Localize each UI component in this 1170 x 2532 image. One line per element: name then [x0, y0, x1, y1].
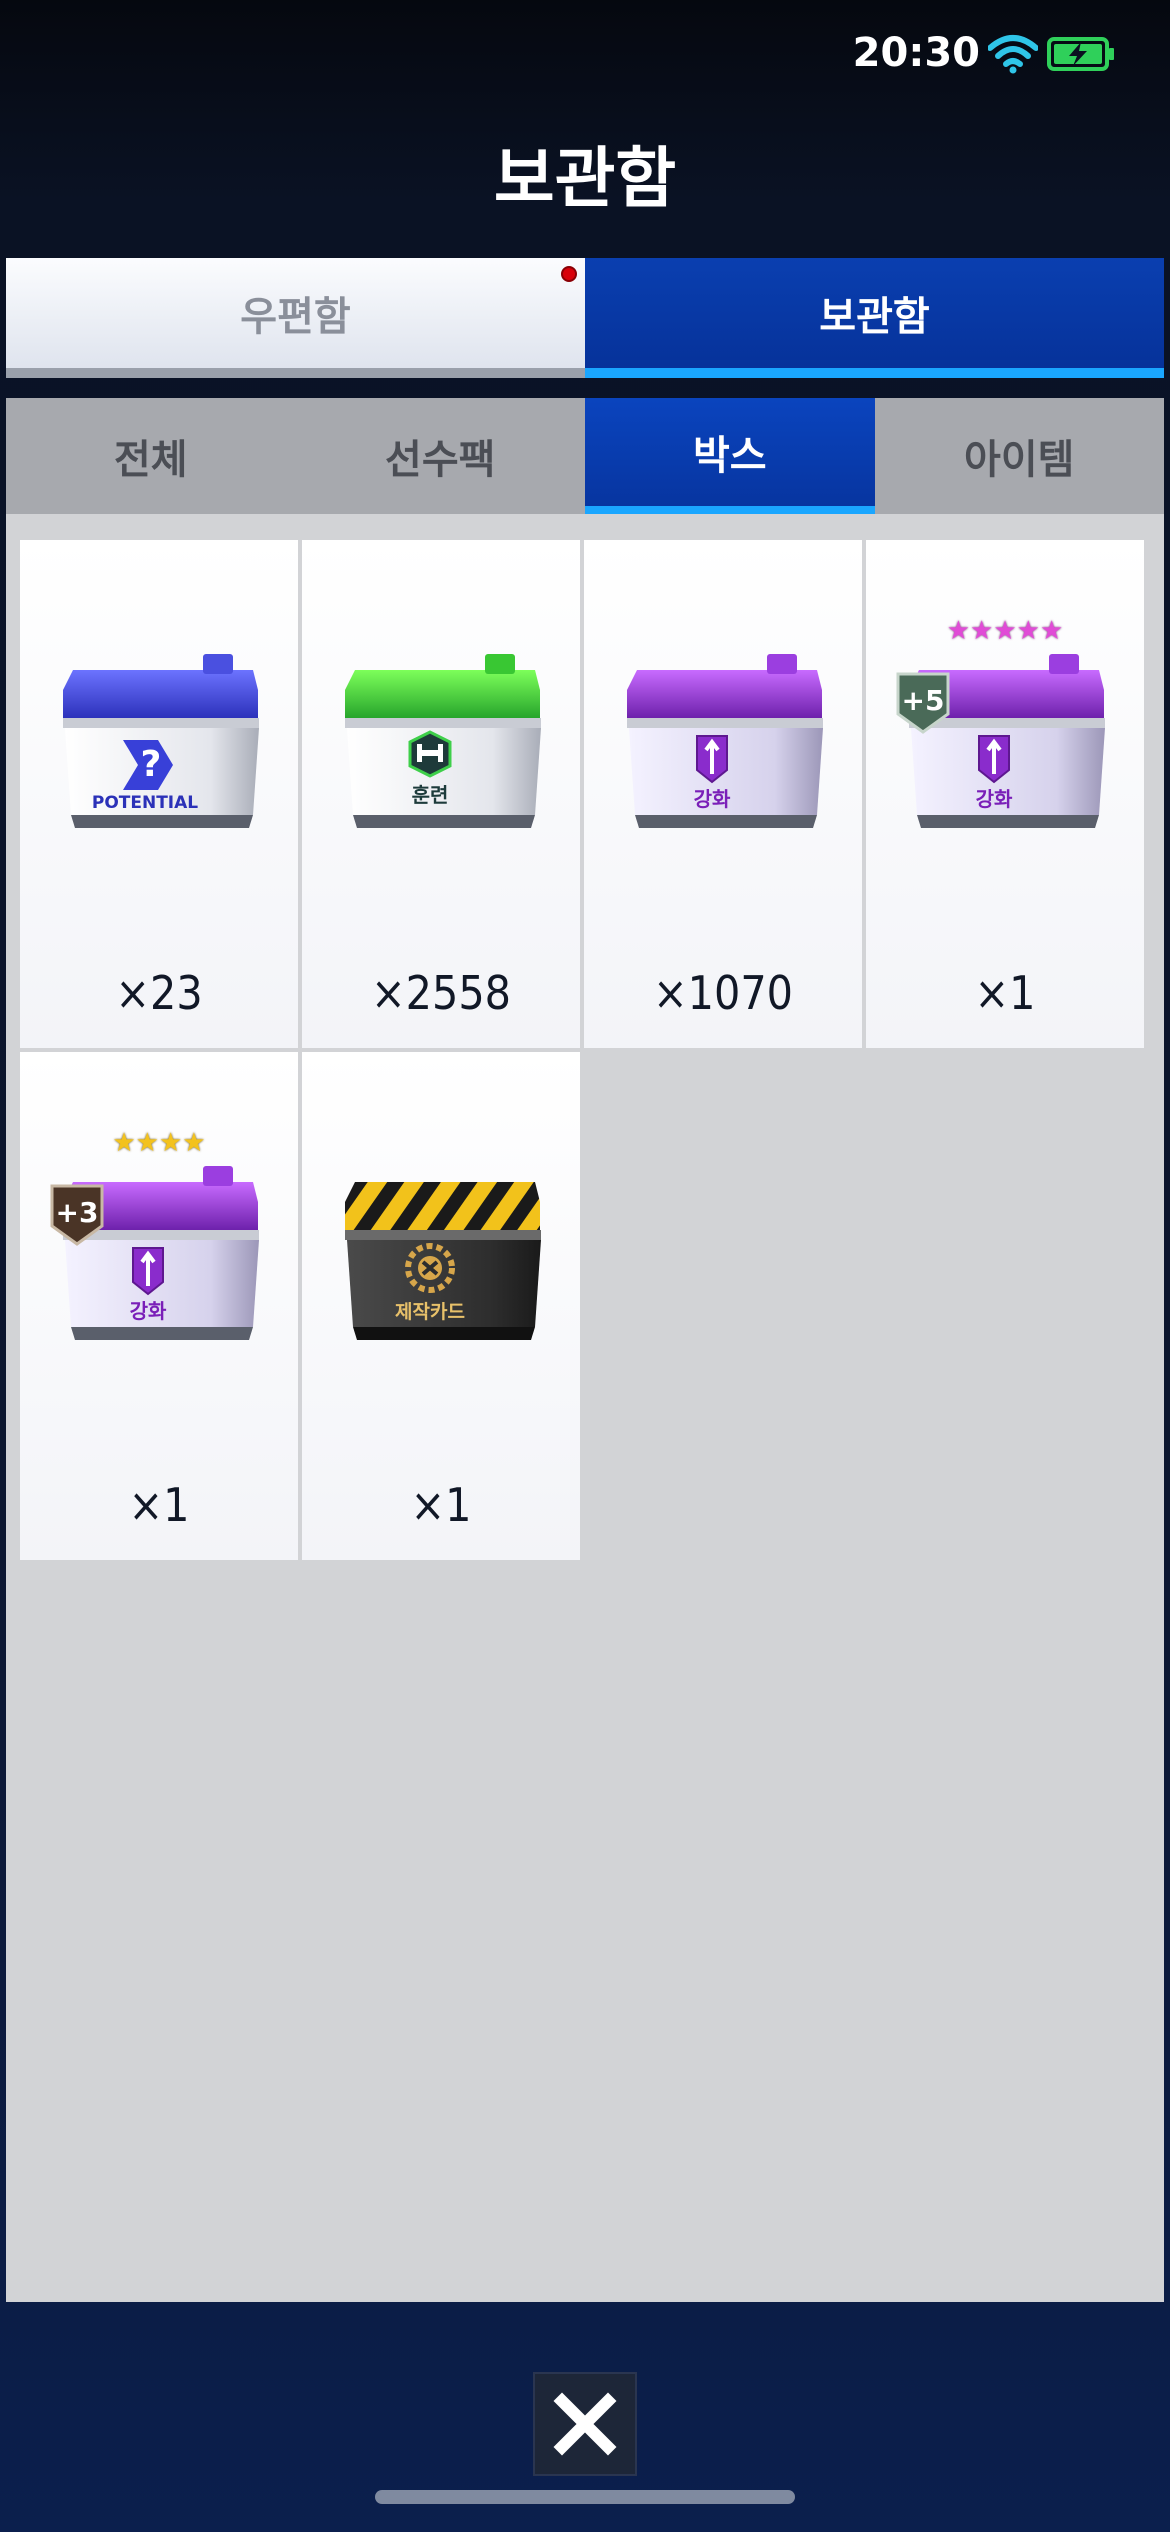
tab-mailbox-label: 우편함: [240, 294, 351, 340]
status-bar: 20:30: [0, 0, 1170, 110]
storage-panel: 전체 선수팩 박스 아이템 ? POTENTIAL ×23 훈련 ×2558 강…: [6, 398, 1164, 2302]
plus-level-badge: +5: [896, 672, 950, 734]
box-item-potential[interactable]: ? POTENTIAL ×23: [20, 540, 298, 1048]
enhance-box-label: 강화: [130, 1299, 167, 1323]
item-count: ×2558: [371, 966, 511, 1020]
box-item-enhance-plus5[interactable]: ★★★★★ 강화 +5 ×1: [866, 540, 1144, 1048]
tab-player-packs[interactable]: 선수팩: [296, 398, 586, 514]
svg-text:?: ?: [141, 744, 162, 785]
box-grid: ? POTENTIAL ×23 훈련 ×2558 강화 ×1070 ★★★★★ …: [20, 540, 1144, 1560]
status-time: 20:30: [852, 30, 980, 76]
item-count: ×1070: [653, 966, 793, 1020]
box-item-enhance-plus3[interactable]: ★★★★ 강화 +3 ×1: [20, 1052, 298, 1560]
crafting-box-icon: 제작카드: [345, 1182, 541, 1340]
box-item-training[interactable]: 훈련 ×2558: [302, 540, 580, 1048]
top-tab-bar: 우편함 보관함: [6, 258, 1164, 378]
svg-text:+3: +3: [56, 1196, 99, 1229]
page-title: 보관함: [493, 140, 677, 217]
box-item-enhance[interactable]: 강화 ×1070: [584, 540, 862, 1048]
potential-box-icon: ? POTENTIAL: [63, 654, 259, 828]
close-icon: [553, 2392, 617, 2456]
notification-dot: [561, 266, 577, 282]
home-indicator[interactable]: [375, 2490, 795, 2504]
svg-text:+5: +5: [902, 684, 945, 717]
enhance-box-label: 강화: [976, 787, 1013, 811]
wifi-icon: [988, 35, 1038, 74]
potential-box-label: POTENTIAL: [92, 793, 198, 813]
tab-storage[interactable]: 보관함: [585, 258, 1164, 378]
box-item-crafting[interactable]: 제작카드 ×1: [302, 1052, 580, 1560]
battery-charging-icon: [1047, 37, 1114, 71]
tab-items[interactable]: 아이템: [875, 398, 1165, 514]
plus-level-badge: +3: [50, 1184, 104, 1246]
training-box-icon: 훈련: [345, 654, 541, 828]
tab-mailbox[interactable]: 우편함: [6, 258, 585, 378]
item-count: ×1: [974, 966, 1036, 1020]
tab-storage-label: 보관함: [819, 294, 930, 340]
enhance-box-label: 강화: [694, 787, 731, 811]
tab-all[interactable]: 전체: [6, 398, 296, 514]
crafting-box-label: 제작카드: [395, 1301, 465, 1323]
item-count: ×1: [128, 1478, 190, 1532]
item-count: ×23: [115, 966, 203, 1020]
training-box-label: 훈련: [412, 783, 449, 807]
tab-boxes[interactable]: 박스: [585, 398, 875, 514]
category-tab-bar: 전체 선수팩 박스 아이템: [6, 398, 1164, 514]
enhance-box-icon: 강화: [627, 654, 823, 828]
item-count: ×1: [410, 1478, 472, 1532]
close-button[interactable]: [533, 2372, 637, 2476]
